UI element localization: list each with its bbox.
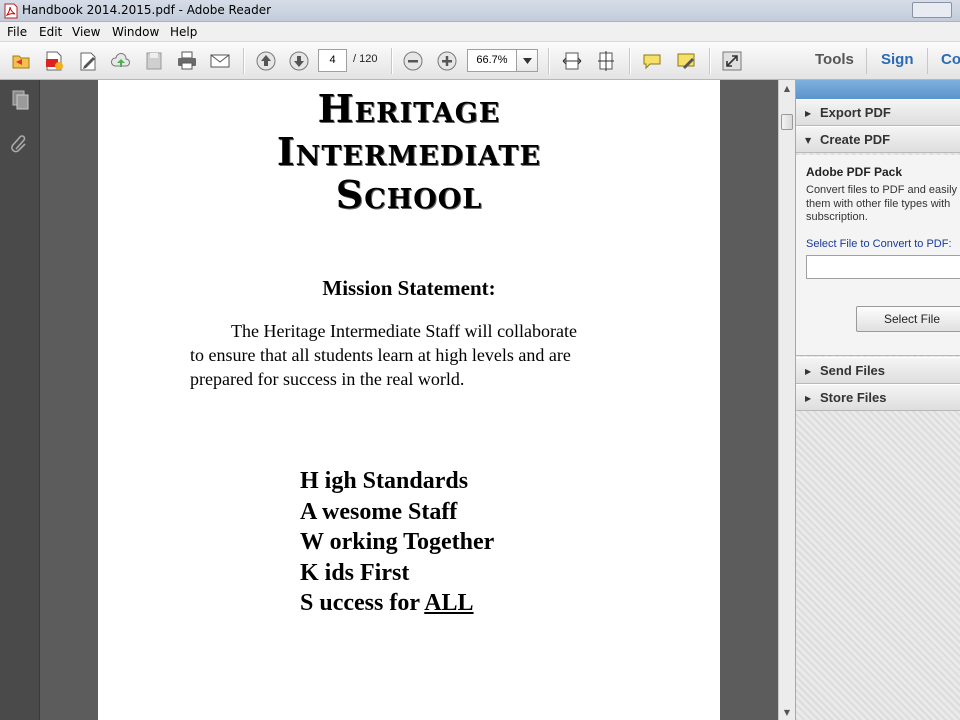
edit-pencil-icon: [80, 52, 96, 71]
arrow-up-circle-icon: [256, 51, 276, 71]
send-files-label: Send Files: [820, 363, 886, 378]
navigation-pane: [0, 80, 40, 720]
pdf-pack-description: Convert files to PDF and easily them wit…: [806, 184, 960, 225]
plus-circle-icon: [437, 51, 457, 71]
zoom-in-button[interactable]: [434, 49, 460, 73]
hawks-acrostic: H igh Standards A wesome Staff W orking …: [300, 466, 494, 619]
fit-width-icon: [562, 52, 582, 70]
window-title: Handbook 2014.2015.pdf - Adobe Reader: [22, 3, 272, 17]
menu-edit[interactable]: Edit: [39, 25, 62, 39]
acrostic-line: S uccess for ALL: [300, 588, 494, 619]
menu-bar: File Edit View Window Help: [0, 22, 960, 42]
store-files-label: Store Files: [820, 390, 887, 405]
chevron-down-icon: [522, 57, 532, 64]
speech-bubble-icon: [643, 54, 661, 70]
acrostic-last-prefix: S uccess for: [300, 590, 425, 616]
upload-cloud-button[interactable]: [108, 49, 134, 73]
mission-statement-heading: Mission Statement:: [322, 276, 496, 300]
envelope-icon: [210, 54, 230, 68]
comment-button[interactable]: [639, 49, 665, 73]
comment-pane-link[interactable]: Co: [941, 51, 960, 68]
vertical-scrollbar[interactable]: ▲ ▼: [778, 80, 795, 720]
collapsed-triangle-icon: ▶: [805, 109, 812, 118]
collapsed-triangle-icon: ▶: [805, 394, 812, 403]
scroll-down-arrow[interactable]: ▼: [779, 704, 795, 720]
expanded-triangle-icon: ▼: [805, 136, 812, 145]
acrostic-line: W orking Together: [300, 529, 495, 555]
mission-statement-text: The Heritage Intermediate Staff will col…: [190, 319, 630, 391]
previous-page-button[interactable]: [253, 49, 279, 73]
store-files-panel-header[interactable]: ▶ Store Files: [796, 384, 960, 411]
acrostic-last-underlined: ALL: [424, 590, 474, 616]
highlighter-icon: [677, 53, 695, 69]
tools-pane-link[interactable]: Tools: [815, 51, 854, 68]
mission-line: to ensure that all students learn at hig…: [190, 345, 571, 365]
page-number-input[interactable]: 4: [318, 49, 347, 72]
sign-pane-link[interactable]: Sign: [881, 51, 914, 68]
collapsed-triangle-icon: ▶: [805, 367, 812, 376]
page-thumbnails-icon[interactable]: [8, 88, 32, 112]
document-view[interactable]: Heritage Intermediate School Mission Sta…: [40, 80, 778, 720]
acrostic-line: K ids First: [300, 559, 410, 586]
select-file-button[interactable]: Select File: [856, 306, 960, 332]
minus-circle-icon: [403, 51, 423, 71]
open-button[interactable]: [8, 49, 34, 73]
acrostic-line: H igh Standards: [300, 468, 469, 494]
tools-task-pane: ▶ Export PDF ▼ Create PDF Adobe PDF Pack…: [795, 80, 960, 720]
arrow-down-circle-icon: [289, 51, 309, 71]
export-pdf-panel-header[interactable]: ▶ Export PDF: [796, 99, 960, 126]
menu-view[interactable]: View: [72, 25, 100, 39]
cloud-upload-icon: [111, 52, 130, 67]
fit-width-button[interactable]: [559, 49, 585, 73]
export-pdf-label: Export PDF: [820, 105, 891, 120]
pdf-page: Heritage Intermediate School Mission Sta…: [98, 80, 720, 720]
create-pdf-panel: Adobe PDF Pack Convert files to PDF and …: [796, 155, 960, 356]
printer-icon: [178, 51, 196, 70]
zoom-out-button[interactable]: [400, 49, 426, 73]
adobe-reader-icon: [4, 3, 18, 19]
school-name-line-2: Intermediate: [276, 129, 542, 174]
mission-line: prepared for success in the real world.: [190, 369, 465, 389]
fit-page-icon: [598, 51, 614, 71]
zoom-level-input[interactable]: 66.7%: [467, 49, 517, 72]
pdf-pack-title: Adobe PDF Pack: [806, 165, 903, 179]
menu-window[interactable]: Window: [112, 25, 159, 39]
scroll-thumb[interactable]: [781, 114, 793, 130]
title-bar: Handbook 2014.2015.pdf - Adobe Reader: [0, 0, 960, 22]
acrostic-line: A wesome Staff: [300, 498, 458, 525]
next-page-button[interactable]: [286, 49, 312, 73]
menu-file[interactable]: File: [7, 25, 27, 39]
fit-page-button[interactable]: [593, 49, 619, 73]
select-file-label: Select File to Convert to PDF:: [806, 238, 952, 250]
task-pane-header-strip: [796, 80, 960, 99]
window-controls[interactable]: [912, 2, 952, 18]
create-pdf-label: Create PDF: [820, 132, 891, 147]
create-pdf-button[interactable]: [41, 49, 67, 73]
pack-desc-line: subscription.: [806, 211, 868, 223]
open-file-icon: [12, 55, 30, 69]
school-name-line-1: Heritage: [317, 86, 501, 131]
pack-desc-line: Convert files to PDF and easily: [806, 184, 958, 196]
page-total: / 120: [353, 53, 378, 65]
save-disk-icon: [146, 52, 162, 70]
save-button[interactable]: [141, 49, 167, 73]
expand-icon: [722, 51, 742, 71]
print-button[interactable]: [174, 49, 200, 73]
highlight-button[interactable]: [673, 49, 699, 73]
create-pdf-panel-header[interactable]: ▼ Create PDF: [796, 126, 960, 153]
select-file-field[interactable]: [806, 255, 960, 279]
send-files-panel-header[interactable]: ▶ Send Files: [796, 357, 960, 384]
full-screen-button[interactable]: [719, 49, 745, 73]
school-name-line-3: School: [335, 172, 483, 217]
scroll-up-arrow[interactable]: ▲: [779, 80, 795, 96]
zoom-dropdown-button[interactable]: [516, 49, 538, 72]
pack-desc-line: them with other file types with: [806, 197, 951, 210]
edit-button[interactable]: [75, 49, 101, 73]
create-pdf-icon: [46, 51, 63, 71]
attachments-paperclip-icon[interactable]: [8, 132, 32, 156]
email-button[interactable]: [207, 49, 233, 73]
mission-line: The Heritage Intermediate Staff will col…: [231, 321, 578, 341]
menu-help[interactable]: Help: [170, 25, 197, 39]
